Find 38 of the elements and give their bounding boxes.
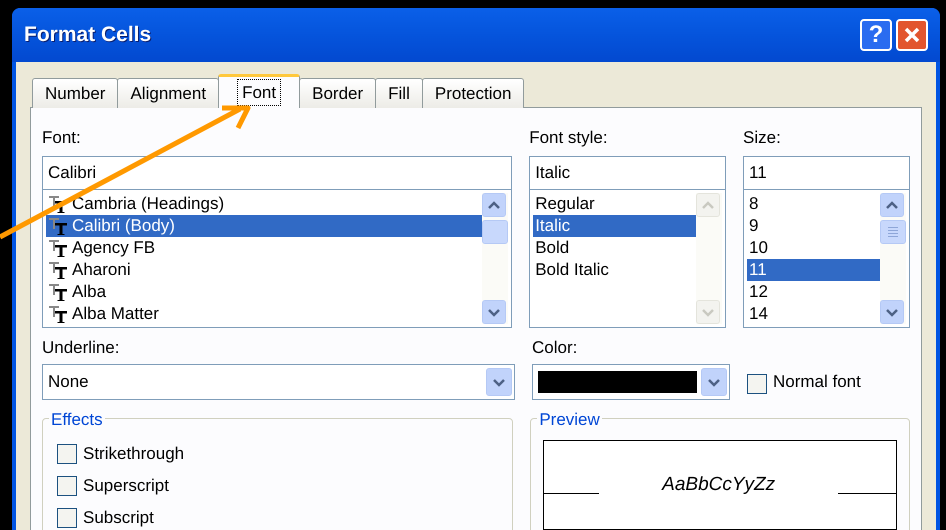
window-title: Format Cells — [24, 22, 152, 48]
tab[interactable]: Fill — [375, 78, 423, 108]
tab[interactable]: Font — [218, 74, 300, 108]
field-label: Font style: — [529, 128, 609, 148]
text-field[interactable]: 11 — [743, 156, 910, 190]
list-item[interactable]: Bold — [533, 237, 696, 259]
text-field[interactable]: Italic — [529, 156, 726, 190]
list-item[interactable]: 9 — [747, 215, 880, 237]
checkbox-label: Normal font — [773, 370, 861, 392]
list-item[interactable]: Bold Italic — [533, 259, 696, 281]
list-item[interactable]: 14 — [747, 303, 880, 325]
list-item[interactable]: Agency FB — [46, 237, 482, 259]
field-label: Size: — [743, 128, 782, 148]
list-item[interactable]: Aharoni — [46, 259, 482, 281]
checkbox-label: Subscript — [83, 508, 154, 528]
list-item[interactable]: 11 — [747, 259, 880, 281]
tab[interactable]: Border — [299, 78, 376, 108]
field-label: Color: — [532, 338, 578, 358]
preview-sample: AaBbCcYyZz — [660, 472, 776, 497]
underline-dropdown[interactable]: None — [42, 364, 515, 400]
list-item[interactable]: Regular — [533, 193, 696, 215]
field-label: Underline: — [42, 338, 120, 358]
list-item[interactable]: 12 — [747, 281, 880, 303]
list-item[interactable]: Cambria (Headings) — [46, 193, 482, 215]
help-button[interactable]: ? — [860, 19, 892, 51]
tab[interactable]: Protection — [422, 78, 524, 108]
checkbox-label: Superscript — [83, 476, 169, 496]
list-item[interactable]: Italic — [533, 215, 696, 237]
list-item[interactable]: 8 — [747, 193, 880, 215]
text-field[interactable]: Calibri — [42, 156, 512, 190]
list-item[interactable]: Alba — [46, 281, 482, 303]
field-label: Font: — [42, 128, 82, 148]
tab[interactable]: Alignment — [117, 78, 220, 108]
tab[interactable]: Number — [32, 78, 118, 108]
list-item[interactable]: Calibri (Body) — [46, 215, 482, 237]
list-item[interactable]: 10 — [747, 237, 880, 259]
checkbox-label: Strikethrough — [83, 444, 184, 464]
list-item[interactable]: Alba Matter — [46, 303, 482, 325]
